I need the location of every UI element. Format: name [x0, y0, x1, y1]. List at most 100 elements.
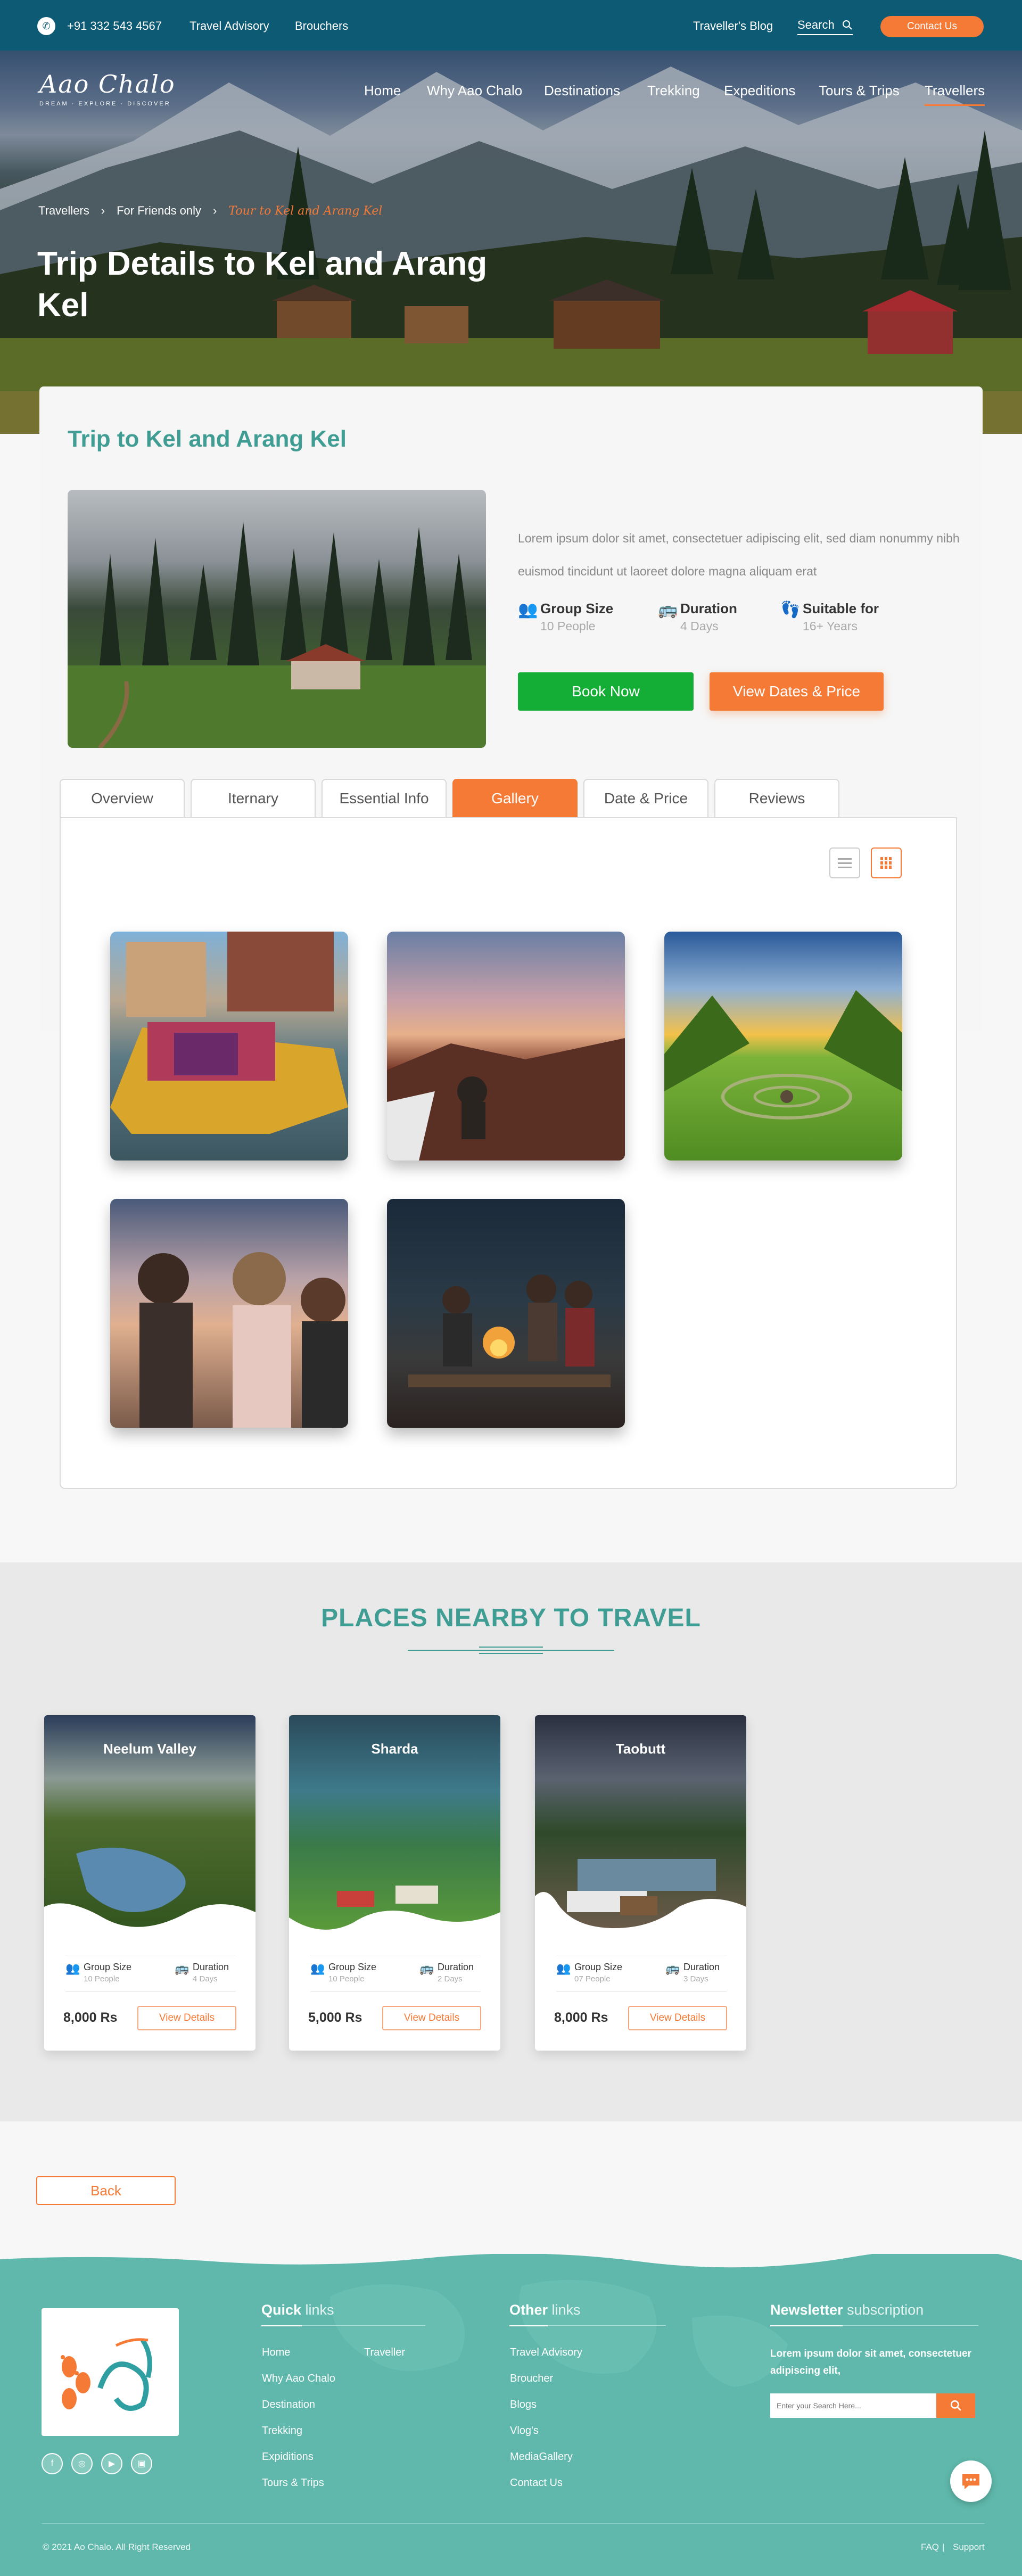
meta-value: 10 People	[328, 1974, 365, 1984]
phone-contact[interactable]: ✆ +91 332 543 4567	[37, 17, 162, 35]
back-button[interactable]: Back	[36, 2176, 176, 2205]
tab-overview[interactable]: Overview	[60, 779, 185, 817]
newsletter-heading: Newsletter subscription	[770, 2302, 924, 2318]
breadcrumb-separator-icon: ›	[101, 204, 105, 217]
nav-travellers[interactable]: Travellers	[925, 83, 985, 106]
faq-link[interactable]: FAQ	[921, 2542, 939, 2553]
footer-link-vlogs[interactable]: Vlog's	[510, 2425, 539, 2437]
tab-essential-info[interactable]: Essential Info	[322, 779, 447, 817]
search-icon	[842, 20, 852, 30]
bus-icon: 🚌	[658, 601, 678, 619]
footer-link-traveller[interactable]: Traveller	[364, 2347, 405, 2359]
tab-iternary[interactable]: Iternary	[191, 779, 316, 817]
grid-view-button[interactable]	[871, 847, 902, 878]
chat-button[interactable]	[950, 2460, 992, 2502]
search-field[interactable]: Search	[797, 18, 853, 35]
nav-destinations[interactable]: Destinations	[544, 83, 620, 99]
nav-trekking[interactable]: Trekking	[647, 83, 700, 99]
list-icon	[838, 858, 852, 868]
book-now-button[interactable]: Book Now	[518, 672, 694, 711]
heading-underline	[261, 2325, 302, 2326]
newsletter-text: Lorem ipsum dolor sit amet, consectetuer…	[770, 2348, 971, 2376]
view-details-button[interactable]: View Details	[137, 2006, 236, 2030]
meta-label: Group Size	[84, 1962, 132, 1972]
heading-underline	[509, 2325, 548, 2326]
footer-link-broucher[interactable]: Broucher	[510, 2373, 553, 2385]
travellers-blog-link[interactable]: Traveller's Blog	[693, 19, 773, 33]
travel-advisory-link[interactable]: Travel Advisory	[189, 19, 269, 33]
footer-link-home[interactable]: Home	[262, 2347, 290, 2359]
footer-link-expiditions[interactable]: Expiditions	[262, 2451, 314, 2463]
meta-group: 👥 Group Size 10 People	[310, 1962, 376, 1984]
green-valley-photo[interactable]	[664, 932, 902, 1161]
place-card-neelum-valley[interactable]: Neelum Valley 👥 Group Size 10 People 🚌 Du…	[44, 1715, 256, 2051]
stat-value: 4 Days	[680, 619, 719, 633]
footer-logo[interactable]	[42, 2308, 179, 2436]
copyright: © 2021 Ao Chalo. All Right Reserved	[43, 2542, 191, 2552]
tab-gallery[interactable]: Gallery	[452, 779, 578, 817]
trip-main-photo	[68, 490, 486, 748]
footer-link-contact-us[interactable]: Contact Us	[510, 2477, 563, 2489]
campfire-photo[interactable]	[387, 1199, 625, 1428]
footer-link-travel-advisory[interactable]: Travel Advisory	[510, 2347, 582, 2359]
twitch-icon[interactable]: ▣	[131, 2453, 152, 2474]
list-view-button[interactable]	[829, 847, 860, 878]
footer-link-tours-trips[interactable]: Tours & Trips	[262, 2477, 324, 2489]
newsletter-email-input[interactable]	[770, 2393, 937, 2418]
nav-expeditions[interactable]: Expeditions	[724, 83, 795, 99]
place-card-taobutt[interactable]: Taobutt 👥 Group Size 07 People 🚌 Duration…	[535, 1715, 746, 2051]
instagram-icon[interactable]: ◎	[71, 2453, 93, 2474]
meta-duration: 🚌 Duration 4 Days	[175, 1962, 229, 1984]
group-icon: 👥	[518, 601, 538, 619]
top-bar: ✆ +91 332 543 4567 Travel Advisory Brouc…	[0, 0, 1022, 51]
page-title: Trip Details to Kel and Arang Kel	[37, 245, 488, 324]
brouchers-link[interactable]: Brouchers	[295, 19, 348, 33]
chat-icon	[962, 2474, 979, 2489]
group-icon: 👥	[310, 1962, 325, 1975]
place-card-sharda[interactable]: Sharda 👥 Group Size 10 People 🚌 Duration 2…	[289, 1715, 500, 2051]
nav-why-aao-chalo[interactable]: Why Aao Chalo	[427, 83, 522, 99]
footer-link-destination[interactable]: Destination	[262, 2399, 315, 2411]
breadcrumb-friends-only[interactable]: For Friends only	[117, 204, 201, 218]
nav-home[interactable]: Home	[364, 83, 401, 99]
stat-label: Duration	[680, 600, 737, 616]
sunset-cliff-photo[interactable]	[387, 932, 625, 1161]
breadcrumb: Travellers › For Friends only › Tour to …	[38, 204, 382, 218]
bus-icon: 🚌	[419, 1962, 434, 1975]
footer-link-trekking[interactable]: Trekking	[262, 2425, 302, 2437]
brand-logo[interactable]: Aao Chalo DREAM · EXPLORE · DISCOVER	[39, 70, 176, 107]
houseboat-photo[interactable]	[110, 932, 348, 1161]
meta-label: Group Size	[328, 1962, 377, 1972]
quick-links-heading: Quick links	[261, 2302, 334, 2318]
tab-reviews[interactable]: Reviews	[714, 779, 839, 817]
trip-description: Lorem ipsum dolor sit amet, consectetuer…	[518, 531, 960, 578]
support-link[interactable]: Support	[953, 2542, 985, 2553]
breadcrumb-travellers[interactable]: Travellers	[38, 204, 89, 218]
view-details-button[interactable]: View Details	[628, 2006, 727, 2030]
logo-text: Aao Chalo	[39, 70, 176, 98]
nav-tours-trips[interactable]: Tours & Trips	[819, 83, 900, 99]
view-dates-price-button[interactable]: View Dates & Price	[710, 672, 884, 711]
youtube-icon[interactable]: ▶	[101, 2453, 122, 2474]
footer-link-media-gallery[interactable]: MediaGallery	[510, 2451, 573, 2463]
heading-rule	[302, 2325, 425, 2326]
meta-label: Group Size	[574, 1962, 623, 1972]
place-meta: 👥 Group Size 07 People 🚌 Duration 3 Days	[556, 1955, 727, 1992]
footer-link-blogs[interactable]: Blogs	[510, 2399, 537, 2411]
stat-value: 10 People	[540, 619, 596, 633]
meta-group: 👥 Group Size 07 People	[556, 1962, 622, 1984]
meta-duration: 🚌 Duration 3 Days	[665, 1962, 720, 1984]
heading-underline	[770, 2325, 843, 2326]
stat-label: Group Size	[540, 600, 614, 616]
view-details-button[interactable]: View Details	[382, 2006, 481, 2030]
friends-photo[interactable]	[110, 1199, 348, 1428]
facebook-icon[interactable]: f	[42, 2453, 63, 2474]
place-price: 8,000 Rs	[554, 2010, 608, 2025]
place-name: Neelum Valley	[103, 1741, 196, 1757]
footer-link-why-aao-chalo[interactable]: Why Aao Chalo	[262, 2373, 335, 2385]
newsletter-submit-button[interactable]	[936, 2393, 975, 2418]
place-price: 5,000 Rs	[308, 2010, 362, 2025]
bus-icon: 🚌	[665, 1962, 680, 1975]
tab-date-price[interactable]: Date & Price	[583, 779, 708, 817]
contact-us-button[interactable]: Contact Us	[880, 16, 984, 37]
